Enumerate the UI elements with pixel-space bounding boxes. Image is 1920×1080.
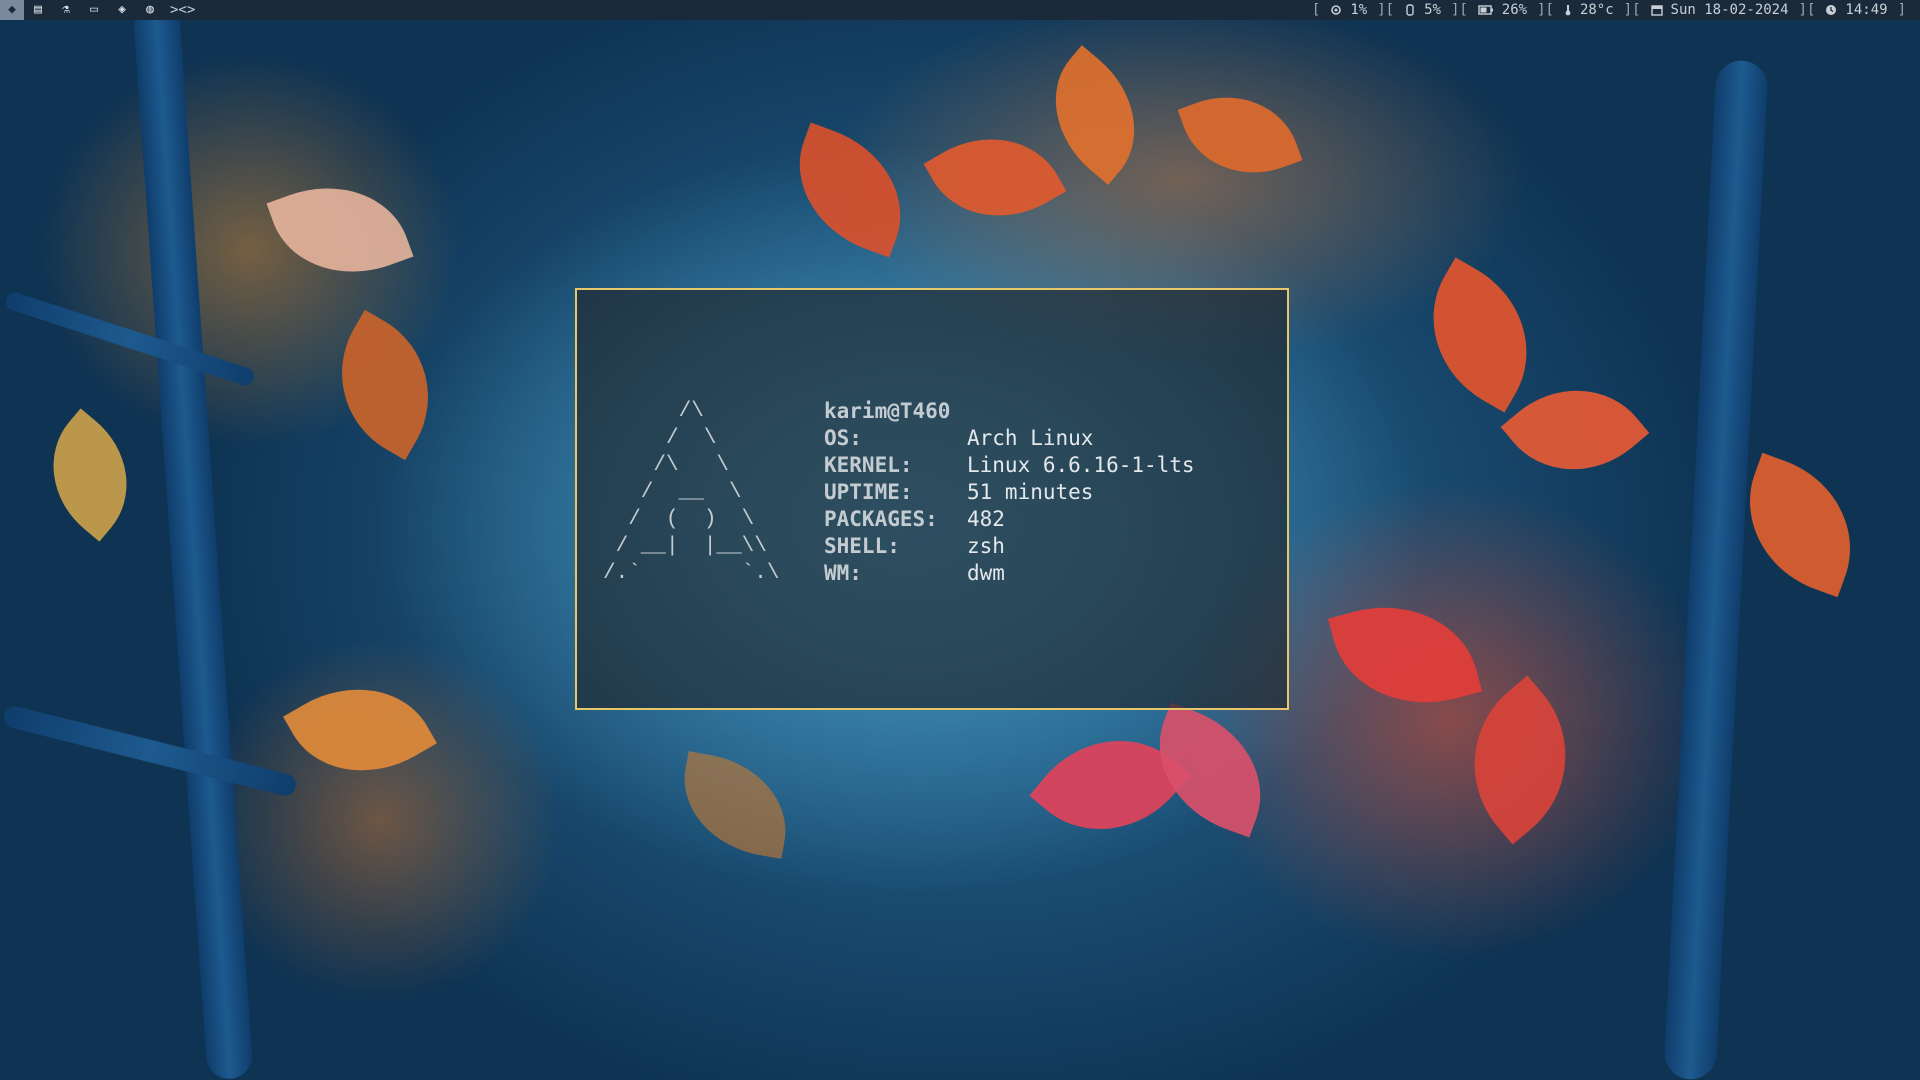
temperature-value: 28°c: [1579, 2, 1614, 18]
separator: ][: [1450, 2, 1468, 18]
date-status: Sun 18-02-2024: [1650, 0, 1789, 20]
tag-list: ◆ ▤ ⚗ ▭ ◈ ◍ ><>: [0, 0, 205, 20]
separator: ][: [1798, 2, 1816, 18]
temperature-status: 28°c: [1564, 0, 1614, 20]
date-value: Sun 18-02-2024: [1670, 2, 1789, 18]
info-key: KERNEL:: [824, 453, 913, 477]
system-info: karim@T460 OS: Arch Linux KERNEL: Linux 6.…: [824, 398, 1195, 587]
bracket-close: ]: [1897, 2, 1906, 18]
globe-icon: ◍: [146, 2, 154, 17]
battery-status: 26%: [1478, 0, 1527, 20]
cpu-status: 1%: [1330, 0, 1367, 20]
terminal-window[interactable]: /\ / \ /\ \ / __ \ / ( ) \ / __| |__\\ /…: [575, 288, 1289, 710]
info-row-kernel: KERNEL: Linux 6.6.16-1-lts: [824, 452, 1195, 479]
tag-arch-logo-icon[interactable]: ◆: [0, 0, 24, 20]
separator: ][: [1537, 2, 1554, 18]
info-key: WM:: [824, 561, 862, 585]
time-status: 14:49: [1825, 0, 1888, 20]
calendar-icon: [1650, 5, 1663, 16]
folder-icon: ▭: [90, 2, 98, 17]
info-key: OS:: [824, 426, 862, 450]
info-value: Linux 6.6.16-1-lts: [967, 453, 1195, 477]
tag-book-icon[interactable]: ▤: [24, 0, 52, 20]
info-value: dwm: [967, 561, 1005, 585]
tag-flask-icon[interactable]: ⚗: [52, 0, 80, 20]
flask-icon: ⚗: [62, 2, 70, 17]
graduation-cap-icon: ◈: [118, 2, 126, 17]
info-row-wm: WM: dwm: [824, 560, 1195, 587]
bracket-open: [: [1311, 2, 1321, 18]
user-host: karim@T460: [824, 399, 951, 423]
arch-logo-icon: ◆: [8, 2, 16, 17]
cpu-value: 1%: [1350, 2, 1368, 18]
thermometer-icon: [1565, 5, 1571, 16]
separator: ][: [1377, 2, 1395, 18]
clock-icon: [1826, 5, 1837, 15]
book-icon: ▤: [34, 2, 42, 17]
status-bar: ◆ ▤ ⚗ ▭ ◈ ◍ ><> [ 1% ][ 5% ][ 26% ][ 28°…: [0, 0, 1920, 20]
info-value: Arch Linux: [967, 426, 1094, 450]
status-blocks: [ 1% ][ 5% ][ 26% ][ 28°c ][ Sun 18-02-2…: [1302, 0, 1920, 20]
tag-globe-icon[interactable]: ◍: [136, 0, 164, 20]
tag-folder-icon[interactable]: ▭: [80, 0, 108, 20]
info-value: 51 minutes: [967, 480, 1094, 504]
battery-value: 26%: [1501, 2, 1528, 18]
info-row-shell: SHELL: zsh: [824, 533, 1195, 560]
layout-indicator[interactable]: ><>: [164, 0, 205, 20]
tag-graduation-cap-icon[interactable]: ◈: [108, 0, 136, 20]
cpu-icon: [1331, 5, 1342, 15]
info-key: PACKAGES:: [824, 507, 938, 531]
separator: ][: [1623, 2, 1641, 18]
battery-icon: [1478, 5, 1493, 15]
info-row-uptime: UPTIME: 51 minutes: [824, 479, 1195, 506]
info-value: 482: [967, 507, 1005, 531]
time-value: 14:49: [1845, 2, 1888, 18]
memory-icon: [1406, 4, 1414, 16]
info-key: SHELL:: [824, 534, 900, 558]
info-row-packages: PACKAGES: 482: [824, 506, 1195, 533]
info-key: UPTIME:: [824, 480, 913, 504]
info-row-os: OS: Arch Linux: [824, 425, 1195, 452]
memory-status: 5%: [1404, 0, 1441, 20]
info-value: zsh: [967, 534, 1005, 558]
memory-value: 5%: [1424, 2, 1441, 18]
arch-ascii-logo: /\ / \ /\ \ / __ \ / ( ) \ / __| |__\\ /…: [603, 400, 780, 585]
